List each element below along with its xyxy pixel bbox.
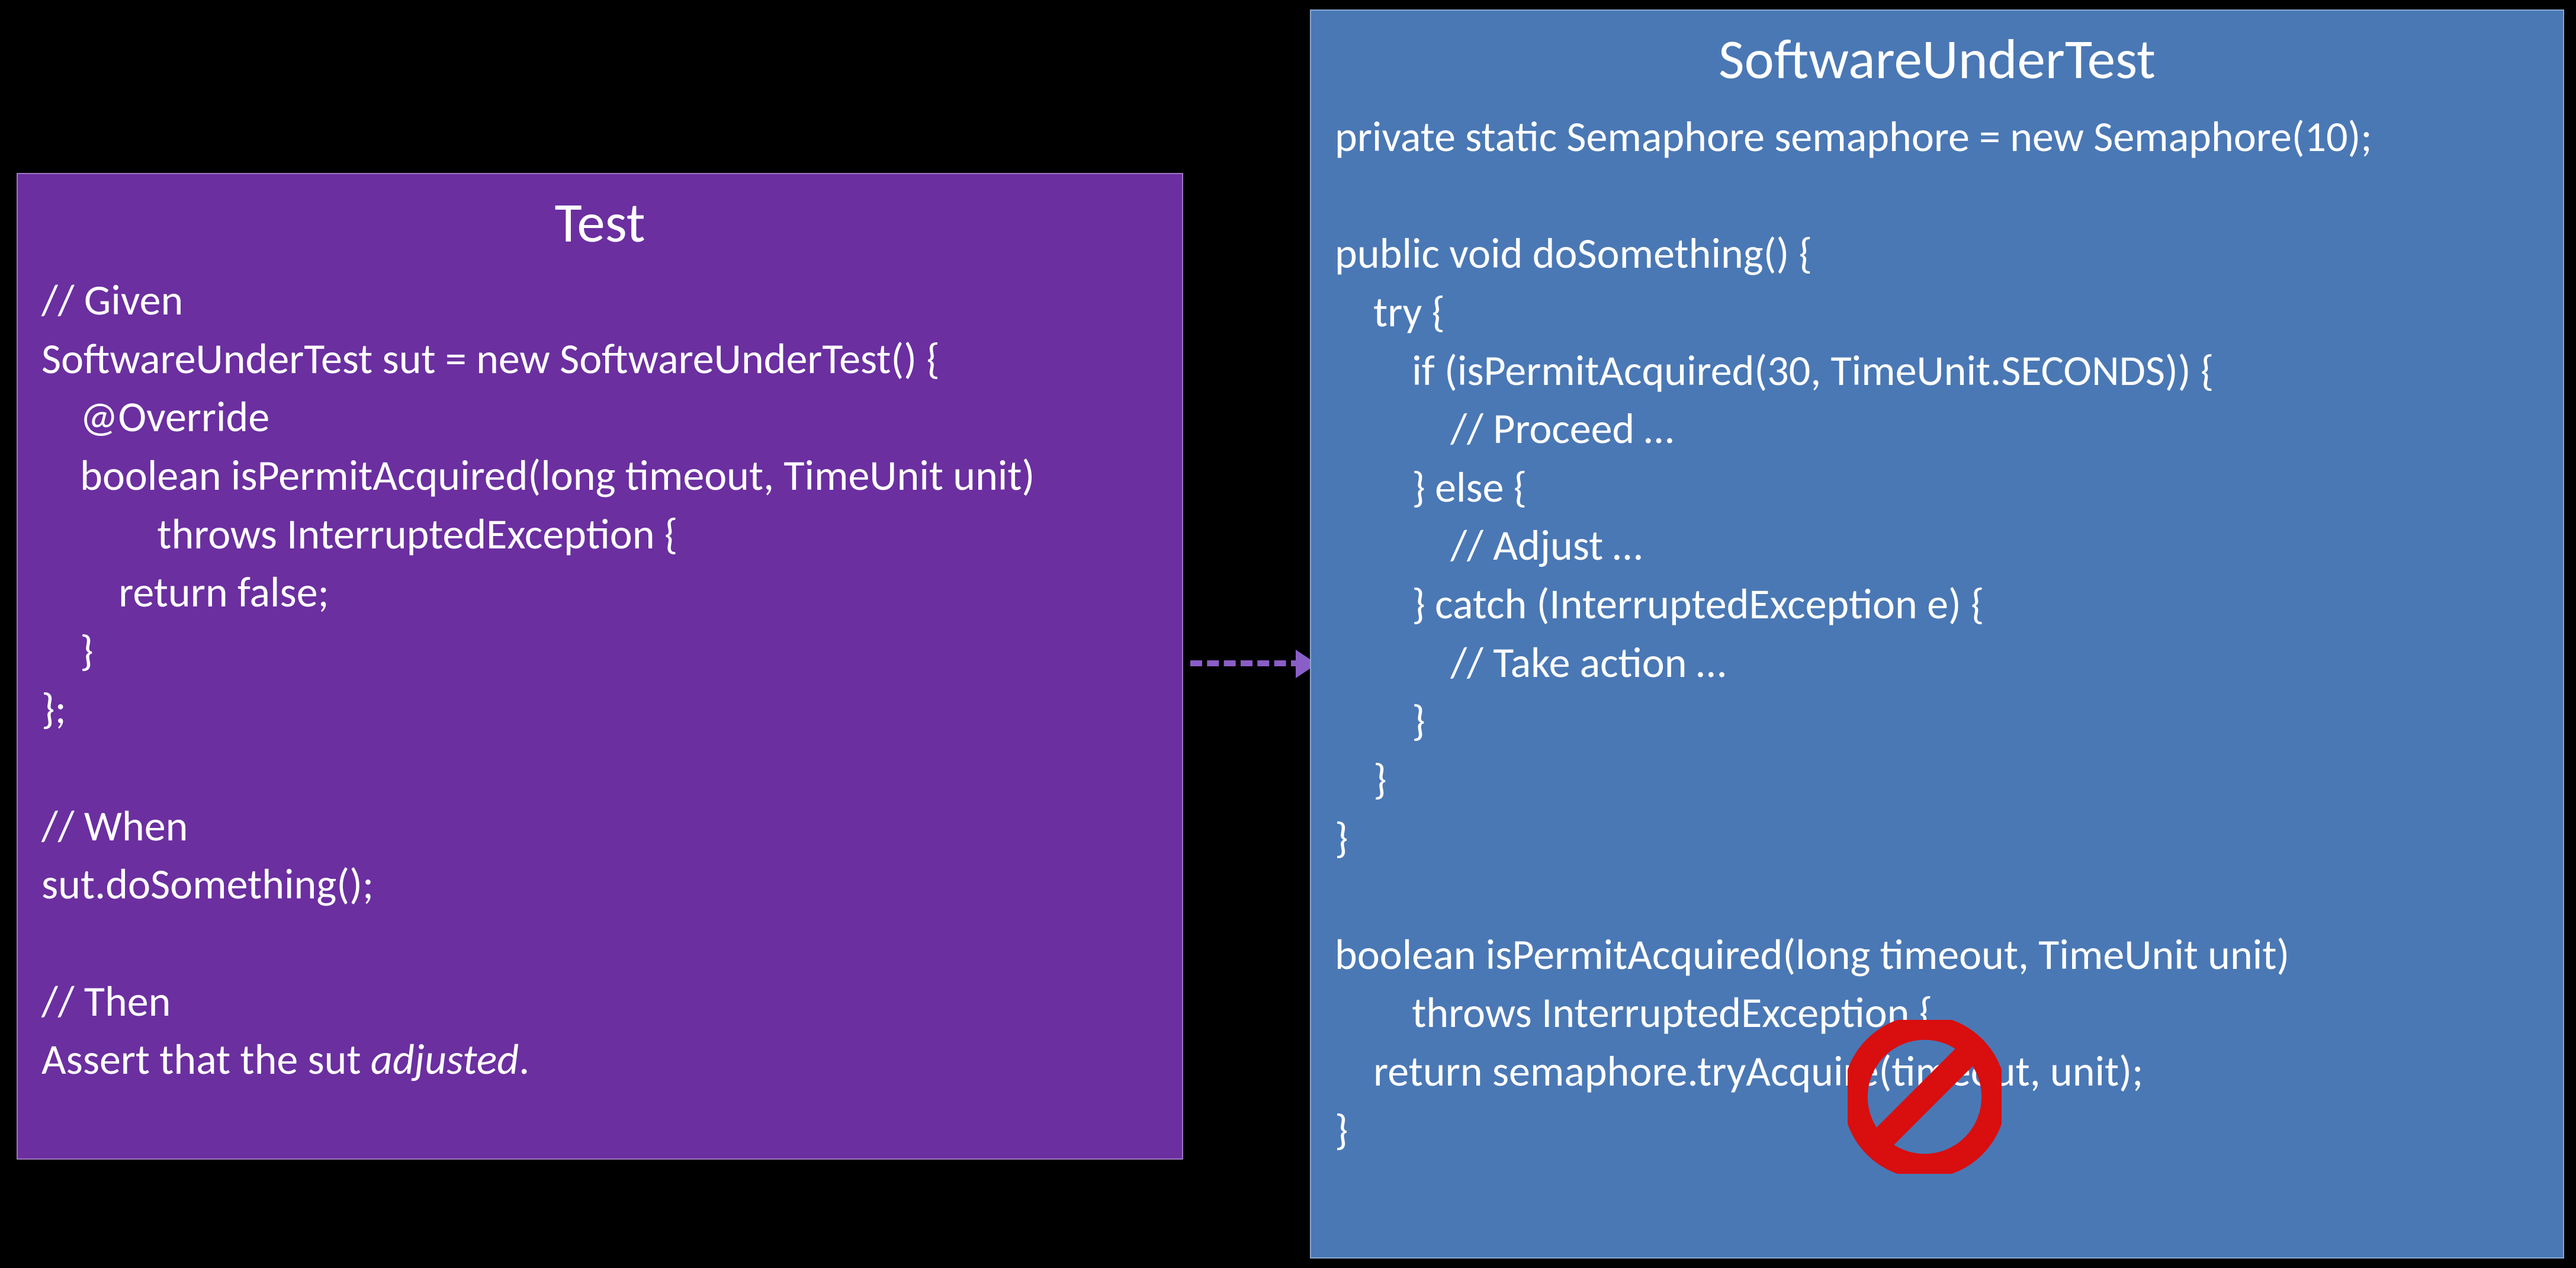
- sut-code: private static Semaphore semaphore = new…: [1335, 108, 2539, 1159]
- test-title: Test: [41, 188, 1158, 257]
- dashed-arrow: [1190, 660, 1303, 666]
- sut-title: SoftwareUnderTest: [1335, 25, 2539, 94]
- prohibition-icon: [1848, 1020, 2002, 1174]
- test-code-lines: // Given SoftwareUnderTest sut = new Sof…: [41, 274, 1035, 1028]
- test-code: // Given SoftwareUnderTest sut = new Sof…: [41, 271, 1158, 1089]
- assert-line: Assert that the sut adjusted.: [41, 1033, 529, 1086]
- diagram-canvas: Test // Given SoftwareUnderTest sut = ne…: [0, 0, 2576, 1268]
- test-box: Test // Given SoftwareUnderTest sut = ne…: [17, 173, 1183, 1160]
